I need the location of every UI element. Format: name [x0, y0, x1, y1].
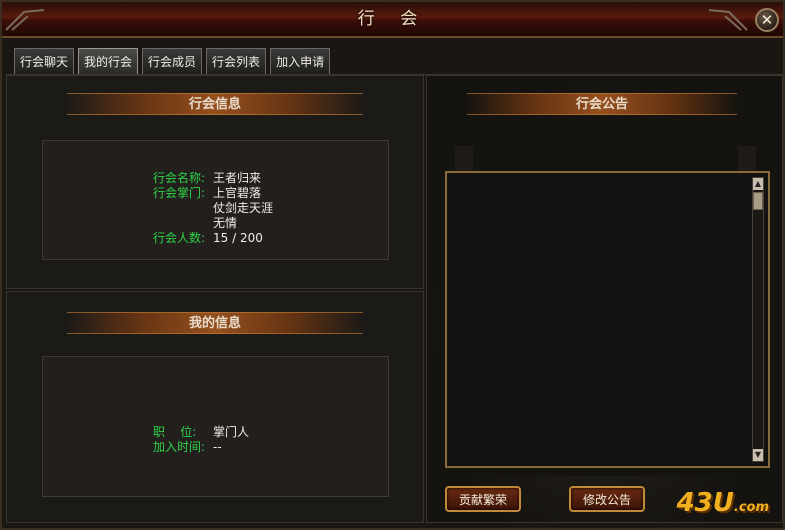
notice-scrollbar[interactable]: ▲ ▼ — [752, 177, 764, 462]
notice-text-area[interactable]: ▲ ▼ — [445, 171, 770, 468]
position-value: 掌门人 — [213, 425, 250, 439]
close-button[interactable]: ✕ — [755, 8, 779, 32]
window-title: 行 会 — [357, 9, 428, 29]
guild-leader-value: 上官碧落 — [213, 186, 262, 200]
tab-join-requests[interactable]: 加入申请 — [270, 48, 331, 74]
guild-info-fields: 行会名称: 王者归来 行会掌门: 上官碧落 仗剑走天涯 无情 行会人数: 15 … — [153, 171, 273, 246]
join-time-label: 加入时间: — [153, 440, 206, 454]
my-info-header: 我的信息 — [67, 312, 363, 334]
guild-notice-panel: 行会公告 ▲ ▼ 贡献繁荣 修改公告 — [426, 75, 783, 523]
guild-members-value: 15 / 200 — [213, 231, 263, 245]
guild-window: 行 会 ✕ 行会聊天 我的行会 行会成员 行会列表 加入申请 行会信息 行会名称… — [0, 0, 785, 530]
guild-info-panel: 行会信息 行会名称: 王者归来 行会掌门: 上官碧落 仗剑走天涯 无情 行会人数… — [6, 75, 424, 289]
tab-guild-list[interactable]: 行会列表 — [206, 48, 267, 74]
my-info-box: 职 位: 掌门人 加入时间: -- — [42, 356, 389, 497]
scroll-thumb[interactable] — [753, 192, 763, 210]
join-time-value: -- — [213, 440, 222, 454]
edit-notice-button[interactable]: 修改公告 — [569, 486, 645, 512]
tab-guild-chat[interactable]: 行会聊天 — [14, 48, 75, 74]
corner-ornament-icon — [708, 9, 748, 31]
my-info-panel: 我的信息 职 位: 掌门人 加入时间: -- — [6, 291, 424, 523]
guild-name-value: 王者归来 — [213, 171, 262, 185]
title-bar: 行 会 ✕ — [2, 2, 783, 38]
guild-info-header: 行会信息 — [67, 93, 363, 115]
main-content: 行会信息 行会名称: 王者归来 行会掌门: 上官碧落 仗剑走天涯 无情 行会人数… — [6, 74, 783, 523]
tab-bar: 行会聊天 我的行会 行会成员 行会列表 加入申请 — [14, 48, 331, 74]
guild-members-label: 行会人数: — [153, 231, 206, 245]
guild-leader-value: 仗剑走天涯 — [213, 201, 274, 215]
guild-notice-header: 行会公告 — [467, 93, 737, 115]
position-label: 职 位: — [153, 425, 197, 439]
guild-name-label: 行会名称: — [153, 171, 206, 185]
tab-my-guild[interactable]: 我的行会 — [78, 48, 139, 74]
close-icon: ✕ — [760, 11, 774, 29]
scroll-up-icon[interactable]: ▲ — [753, 178, 763, 190]
guild-leader-label: 行会掌门: — [153, 186, 206, 200]
corner-ornament-icon — [5, 9, 45, 31]
guild-info-box: 行会名称: 王者归来 行会掌门: 上官碧落 仗剑走天涯 无情 行会人数: 15 … — [42, 140, 389, 260]
tab-guild-members[interactable]: 行会成员 — [142, 48, 203, 74]
scroll-down-icon[interactable]: ▼ — [753, 449, 763, 461]
guild-leader-value: 无情 — [213, 216, 238, 230]
contribute-prosperity-button[interactable]: 贡献繁荣 — [445, 486, 521, 512]
my-info-fields: 职 位: 掌门人 加入时间: -- — [153, 425, 249, 455]
site-watermark-logo: 43U.com — [676, 488, 769, 518]
